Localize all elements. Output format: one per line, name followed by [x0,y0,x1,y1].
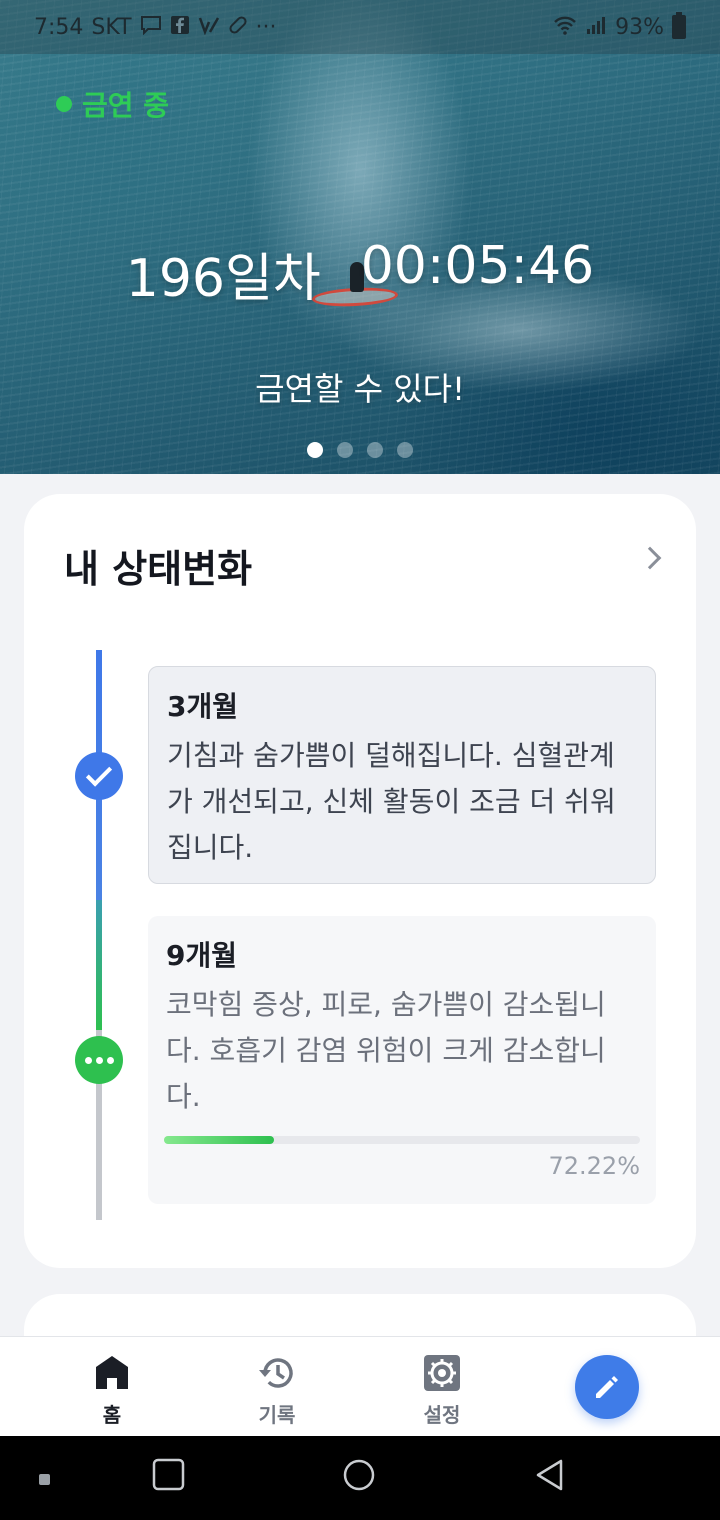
battery-percent: 93% [615,14,664,40]
carousel-dot[interactable] [337,442,353,458]
carousel-dot[interactable] [307,442,323,458]
status-time: 7:54 [34,14,84,40]
milestone-title: 9개월 [166,939,238,972]
status-carrier: SKT [91,14,132,40]
card-title: 내 상태변화 [64,547,253,591]
milestone-description: 코막힘 증상, 피로, 숨가쁨이 감소됩니 다. 호흡기 감염 위험이 크게 감… [166,988,606,1113]
pill-icon [228,15,248,40]
time-counter: 00:05:46 [360,236,595,296]
message-icon [140,15,162,40]
hero-banner[interactable]: 7:54 SKT ··· 93% 금연 중 196일차 00:05:46 금연할… [0,0,720,474]
nav-label: 설정 [423,1403,461,1427]
in-progress-icon [75,1036,123,1084]
status-dot-icon [56,96,72,112]
milestone-card-3-months[interactable]: 3개월 기침과 숨가쁨이 덜해집니다. 심혈관계 가 개선되고, 신체 활동이 … [148,666,656,884]
pencil-icon [596,1376,618,1398]
milestone-title: 3개월 [167,690,239,723]
check-icon [75,752,123,800]
nav-label: 기록 [258,1403,296,1427]
motto-text: 금연할 수 있다! [255,370,465,408]
chevron-right-icon[interactable] [638,546,662,570]
nav-settings-tab[interactable]: 설정 [392,1353,492,1428]
milestone-progress-bar [164,1136,640,1144]
more-notifications-icon: ··· [255,14,277,40]
smoking-status-badge: 금연 중 [56,84,169,124]
recent-apps-dot-icon[interactable] [38,1472,52,1491]
write-log-button[interactable] [575,1355,639,1419]
milestone-card-9-months[interactable]: 9개월 코막힘 증상, 피로, 숨가쁨이 감소됩니 다. 호흡기 감염 위험이 … [148,916,656,1204]
nav-label: 홈 [102,1403,122,1427]
facebook-icon [170,15,190,40]
home-button-icon[interactable] [342,1458,376,1496]
milestone-description: 기침과 숨가쁨이 덜해집니다. 심혈관계 가 개선되고, 신체 활동이 조금 더… [167,739,616,864]
bottom-navigation: 홈 기록 설정 [0,1336,720,1436]
signal-icon [585,15,607,40]
status-bar: 7:54 SKT ··· 93% [0,0,720,54]
settings-icon [422,1353,462,1393]
quit-counter: 196일차 00:05:46 [0,236,720,311]
home-icon [92,1353,132,1393]
carousel-indicator [0,442,720,458]
recent-apps-icon[interactable] [152,1458,186,1496]
nav-history-tab[interactable]: 기록 [227,1353,327,1428]
nav-home-tab[interactable]: 홈 [62,1353,162,1428]
days-counter: 196일차 [125,249,321,309]
wifi-icon [553,15,577,40]
timeline-line-current [96,900,102,1030]
history-icon [257,1353,297,1393]
progress-fill [164,1136,274,1144]
status-change-card: 내 상태변화 3개월 기침과 숨가쁨이 덜해집니다. 심혈관계 가 개선되고, … [24,494,696,1268]
progress-percent: 72.22% [548,1152,640,1180]
back-icon[interactable] [534,1458,568,1496]
system-navigation-bar [0,1436,720,1520]
app-notification-icon [198,15,220,40]
carousel-dot[interactable] [397,442,413,458]
battery-icon [672,12,686,39]
carousel-dot[interactable] [367,442,383,458]
status-label: 금연 중 [82,89,170,122]
